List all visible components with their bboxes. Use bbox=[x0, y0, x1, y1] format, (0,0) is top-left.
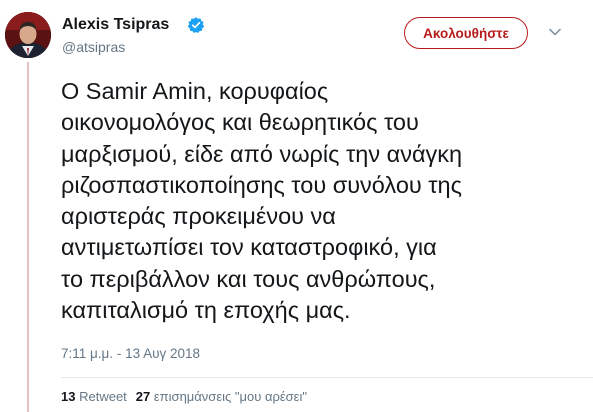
author-handle[interactable]: @atsipras bbox=[62, 39, 125, 55]
tweet-stats: 13 Retweet 27 επισημάνσεις "μου αρέσει" bbox=[61, 389, 307, 404]
verified-badge-icon bbox=[187, 17, 205, 34]
tweet-card: Alexis Tsipras @atsipras Ακολουθήστε Ο S… bbox=[0, 0, 593, 412]
follow-button[interactable]: Ακολουθήστε bbox=[404, 17, 528, 49]
tweet-text: Ο Samir Amin, κορυφαίος οικονομολόγος κα… bbox=[61, 76, 581, 326]
tweet-text-line: Ο Samir Amin, κορυφαίος bbox=[61, 78, 329, 104]
avatar[interactable] bbox=[5, 12, 51, 58]
profile-photo-icon bbox=[5, 12, 51, 58]
likes-count: 27 bbox=[135, 389, 151, 404]
divider bbox=[61, 377, 593, 378]
tweet-text-line: το περιβάλλον και τους ανθρώπους, bbox=[61, 265, 436, 292]
tweet-timestamp[interactable]: 7:11 μ.μ. - 13 Αυγ 2018 bbox=[61, 346, 200, 361]
chevron-down-icon[interactable] bbox=[548, 25, 562, 39]
likes-label: επισημάνσεις "μου αρέσει" bbox=[153, 389, 307, 404]
retweets-stat[interactable]: 13 Retweet bbox=[61, 389, 127, 404]
tweet-text-line: ριζοσπαστικοποίησης του συνόλου της bbox=[61, 171, 462, 198]
tweet-text-line: αριστεράς προκειμένου να bbox=[61, 203, 336, 230]
tweet-text-line: αντιμετωπίσει τον καταστροφικό, για bbox=[61, 234, 437, 261]
likes-stat[interactable]: 27 επισημάνσεις "μου αρέσει" bbox=[136, 389, 307, 404]
tweet-text-line: καπιταλισμό τη εποχής μας. bbox=[61, 297, 351, 324]
retweets-label: Retweet bbox=[79, 389, 127, 404]
thread-line bbox=[27, 62, 29, 412]
retweets-count: 13 bbox=[61, 389, 76, 404]
author-name[interactable]: Alexis Tsipras bbox=[62, 16, 169, 34]
tweet-text-line: μαρξισμού, είδε από νωρίς την ανάγκη bbox=[61, 140, 463, 167]
tweet-text-line: οικονομολόγος και θεωρητικός του bbox=[61, 109, 419, 136]
